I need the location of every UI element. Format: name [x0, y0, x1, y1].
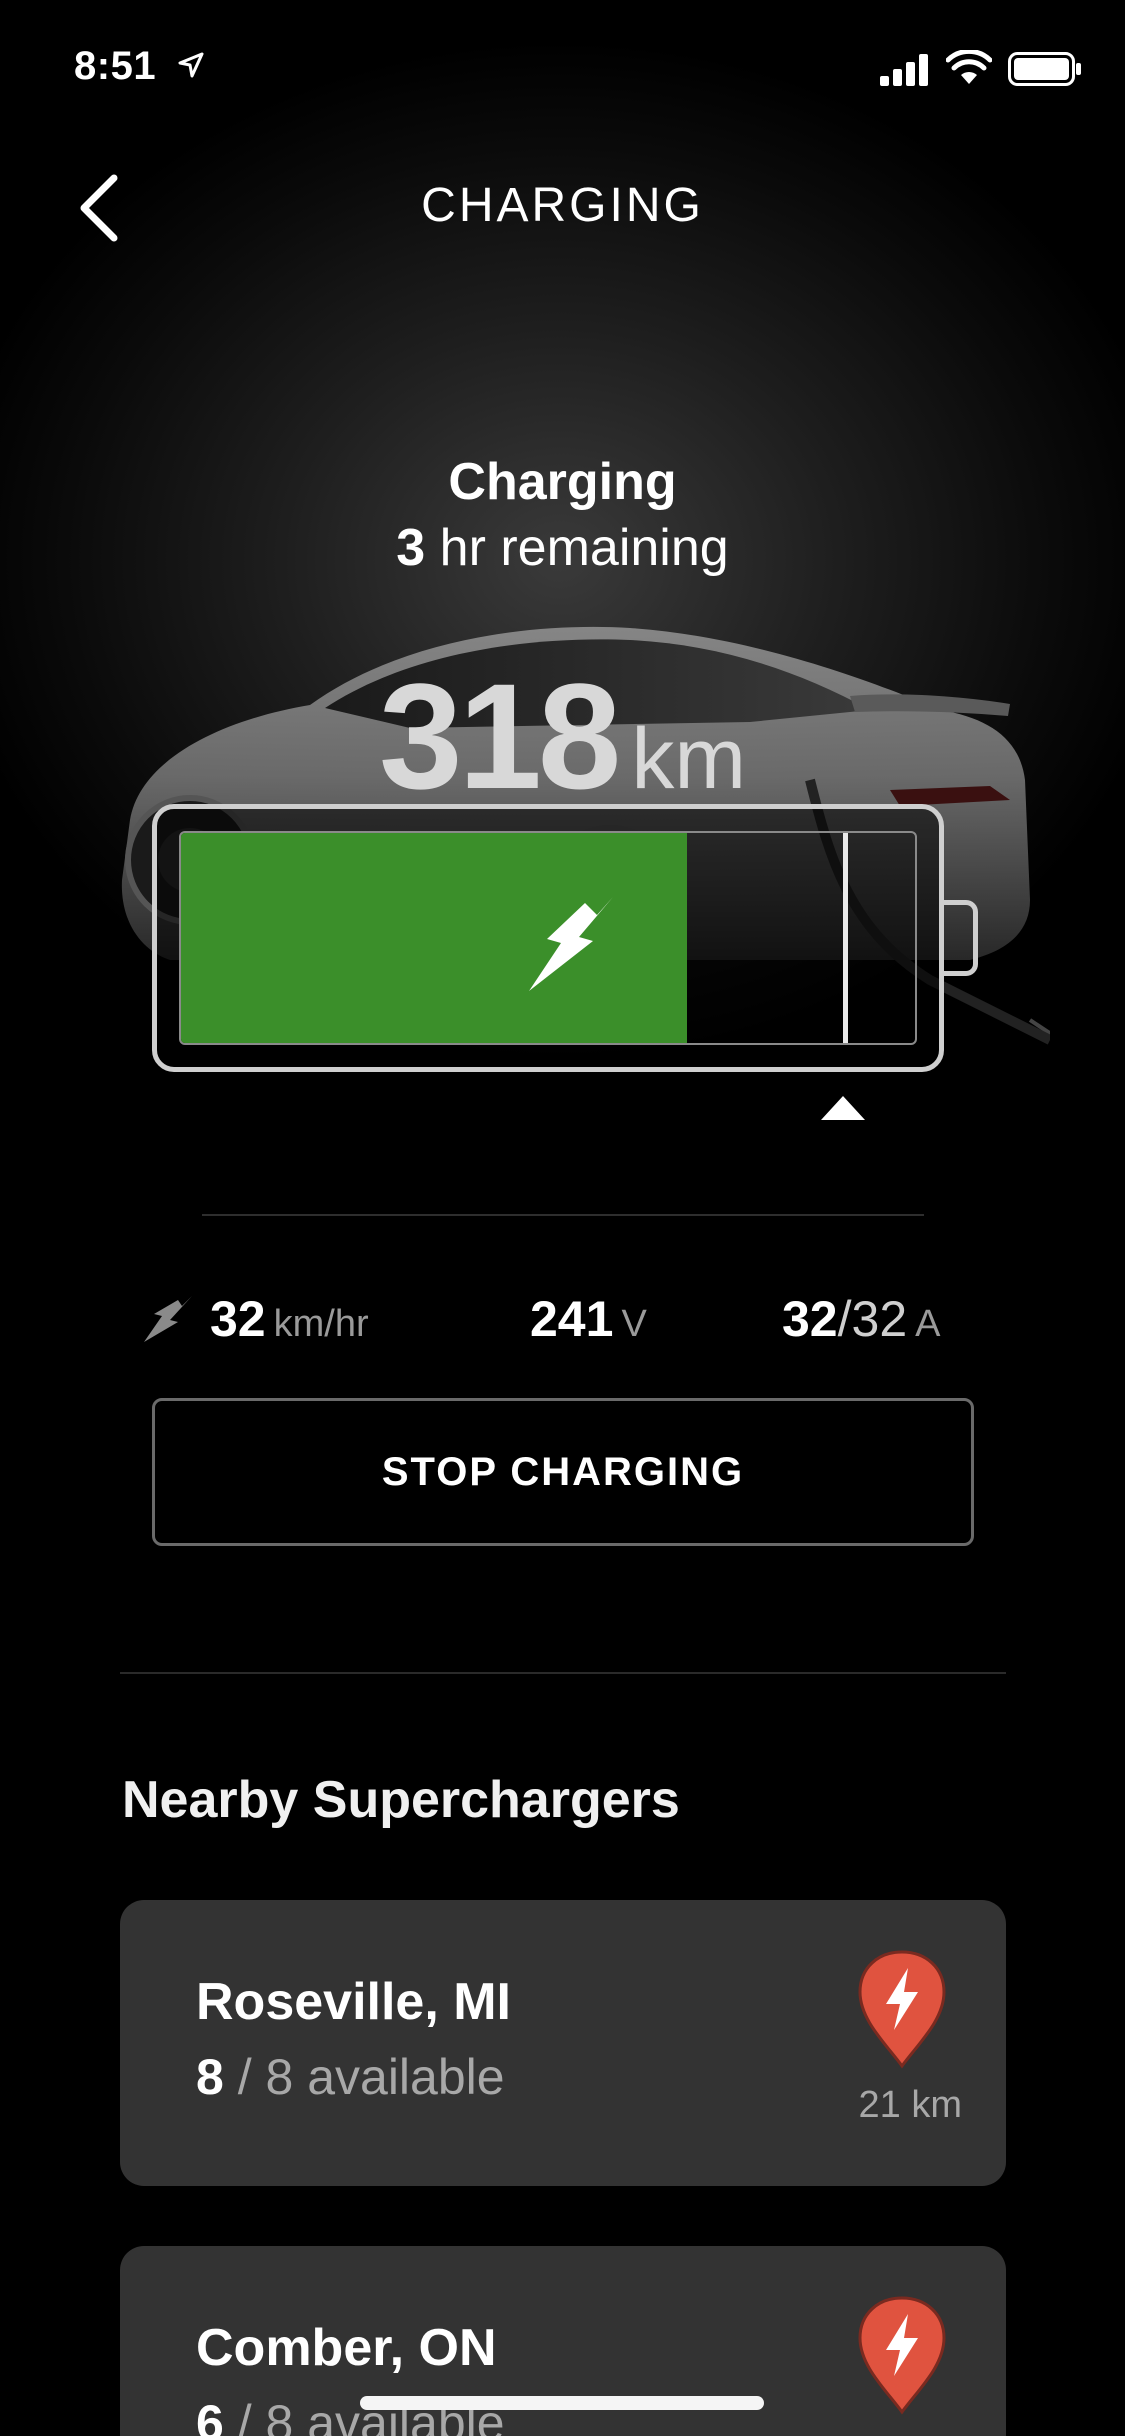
wifi-icon: [946, 50, 992, 84]
current: 32/32 A: [782, 1290, 941, 1348]
supercharger-distance: 21 km: [858, 2084, 962, 2126]
charge-rate-value: 32: [210, 1291, 266, 1347]
voltage-value: 241: [530, 1291, 614, 1347]
cellular-signal-icon: [880, 54, 928, 86]
supercharger-name: Comber, ON: [196, 2319, 497, 2377]
battery-gauge: [152, 804, 944, 1072]
range-display: 318 km: [0, 650, 1125, 823]
supercharger-pin-icon: [858, 2296, 946, 2415]
location-arrow-icon: [178, 52, 204, 78]
charge-limit-marker-icon[interactable]: [819, 1094, 867, 1122]
available-count: 8: [196, 2049, 224, 2105]
current-value: 32: [782, 1291, 838, 1347]
range-unit: km: [631, 711, 746, 807]
voltage-unit: V: [621, 1303, 647, 1345]
charge-rate-unit: km/hr: [273, 1303, 369, 1345]
time-remaining-label: hr remaining: [439, 519, 729, 577]
status-time: 8:51: [74, 44, 157, 88]
supercharger-card-roseville[interactable]: Roseville, MI 8 / 8 available 21 km: [120, 1900, 1006, 2186]
charge-rate-icon: [144, 1296, 192, 1342]
charge-rate: 32 km/hr: [210, 1290, 369, 1348]
current-unit: A: [915, 1303, 941, 1345]
available-count: 6: [196, 2395, 224, 2436]
battery-inner: [179, 831, 917, 1045]
supercharger-availability: 8 / 8 available: [196, 2048, 505, 2106]
stop-charging-button[interactable]: STOP CHARGING: [152, 1398, 974, 1546]
home-indicator[interactable]: [360, 2396, 764, 2410]
page-title: CHARGING: [421, 179, 704, 232]
charging-status: Charging: [448, 453, 677, 511]
section-title: Nearby Superchargers: [122, 1771, 680, 1829]
current-max: /32: [837, 1291, 908, 1347]
range-value: 318: [379, 652, 621, 820]
status-bar: 8:51: [0, 0, 1125, 140]
divider: [120, 1672, 1006, 1674]
supercharger-pin-icon: [858, 1950, 946, 2069]
supercharger-name: Roseville, MI: [196, 1973, 511, 2031]
charge-limit-line: [843, 833, 849, 1043]
voltage: 241 V: [530, 1290, 647, 1348]
battery-status-icon: [1008, 52, 1081, 86]
time-remaining-value: 3: [396, 519, 426, 577]
lightning-bolt-icon: [529, 897, 613, 991]
time-remaining: 3 hr remaining: [0, 518, 1125, 578]
battery-cap: [942, 900, 978, 976]
available-total: / 8 available: [237, 2049, 505, 2105]
divider: [202, 1214, 924, 1216]
